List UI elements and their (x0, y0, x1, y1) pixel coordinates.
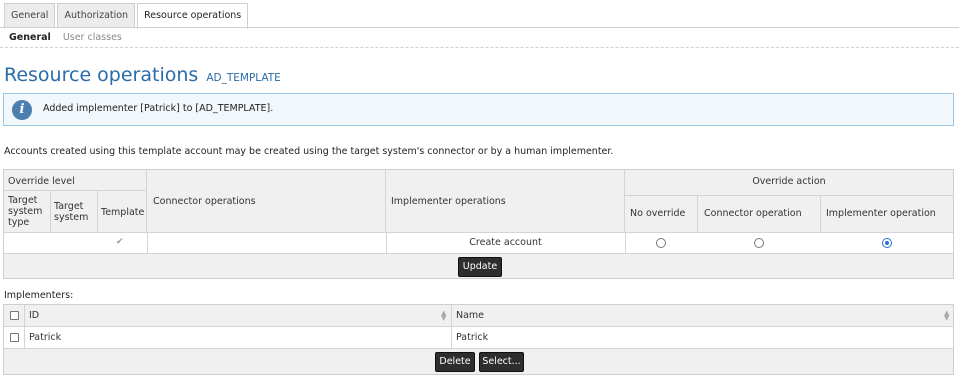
template-label: Template (101, 207, 145, 218)
table-row: ✔ Create account (4, 233, 953, 254)
table-row: Patrick Patrick (4, 327, 953, 349)
implementer-operation-radio[interactable] (882, 238, 892, 248)
implementer-operations-label: Implementer operations (391, 196, 506, 207)
header-divider (50, 190, 51, 233)
implementers-table: ID ▲ ▼ Name ▲ ▼ Patrick Patrick Delete Sel… (3, 304, 954, 375)
delete-button[interactable]: Delete (435, 352, 475, 372)
info-icon: i (12, 100, 32, 120)
subtab-general[interactable]: General (9, 32, 51, 43)
target-system-label: Target system (54, 201, 89, 223)
connector-operations-label: Connector operations (153, 196, 256, 207)
row-divider (625, 233, 626, 253)
description-text: Accounts created using this template acc… (4, 146, 614, 157)
select-all-checkbox[interactable] (10, 311, 19, 320)
row-checkbox[interactable] (10, 333, 19, 342)
implementer-operation-label: Implementer operation (826, 208, 936, 219)
operations-table: Override level Target system type Target… (3, 169, 954, 279)
subtab-user-classes[interactable]: User classes (63, 32, 122, 43)
no-override-radio[interactable] (656, 238, 666, 248)
no-override-label: No override (630, 208, 686, 219)
section-divider (0, 47, 959, 48)
override-action-label: Override action (752, 176, 826, 187)
header-divider (97, 190, 98, 233)
sort-icon[interactable]: ▲ ▼ (441, 310, 446, 322)
update-button[interactable]: Update (458, 257, 502, 277)
tab-divider (0, 27, 959, 28)
info-message-text: Added implementer [Patrick] to [AD_TEMPL… (43, 103, 274, 114)
tab-resource-operations[interactable]: Resource operations (137, 3, 249, 29)
header-divider (4, 190, 147, 191)
connector-operation-label: Connector operation (704, 208, 802, 219)
connector-operation-radio[interactable] (754, 238, 764, 248)
page-title-text: Resource operations (4, 64, 199, 86)
page-subtitle: AD_TEMPLATE (206, 72, 281, 84)
implementer-id-cell: Patrick (29, 332, 62, 343)
override-level-label: Override level (8, 176, 75, 187)
sort-icon[interactable]: ▲ ▼ (944, 310, 949, 322)
subtab-bar: General User classes (9, 32, 122, 43)
tab-bar: General Authorization Resource operation… (4, 3, 250, 29)
target-system-type-label: Target system type (8, 195, 43, 228)
implementer-operations-cell: Create account (469, 237, 542, 248)
select-button[interactable]: Select... (479, 352, 524, 372)
header-divider (820, 195, 821, 233)
column-header-id[interactable]: ID (29, 310, 39, 321)
implementers-label: Implementers: (4, 290, 74, 301)
checkmark-icon: ✔ (116, 237, 124, 247)
header-divider (697, 195, 698, 233)
page-title: Resource operations AD_TEMPLATE (4, 64, 281, 86)
tab-authorization[interactable]: Authorization (57, 3, 136, 28)
header-divider (625, 195, 953, 196)
tab-general[interactable]: General (4, 3, 56, 28)
column-header-name[interactable]: Name (456, 310, 484, 321)
info-message-box: i Added implementer [Patrick] to [AD_TEM… (3, 93, 954, 126)
implementer-name-cell: Patrick (456, 332, 489, 343)
row-divider (147, 233, 148, 253)
